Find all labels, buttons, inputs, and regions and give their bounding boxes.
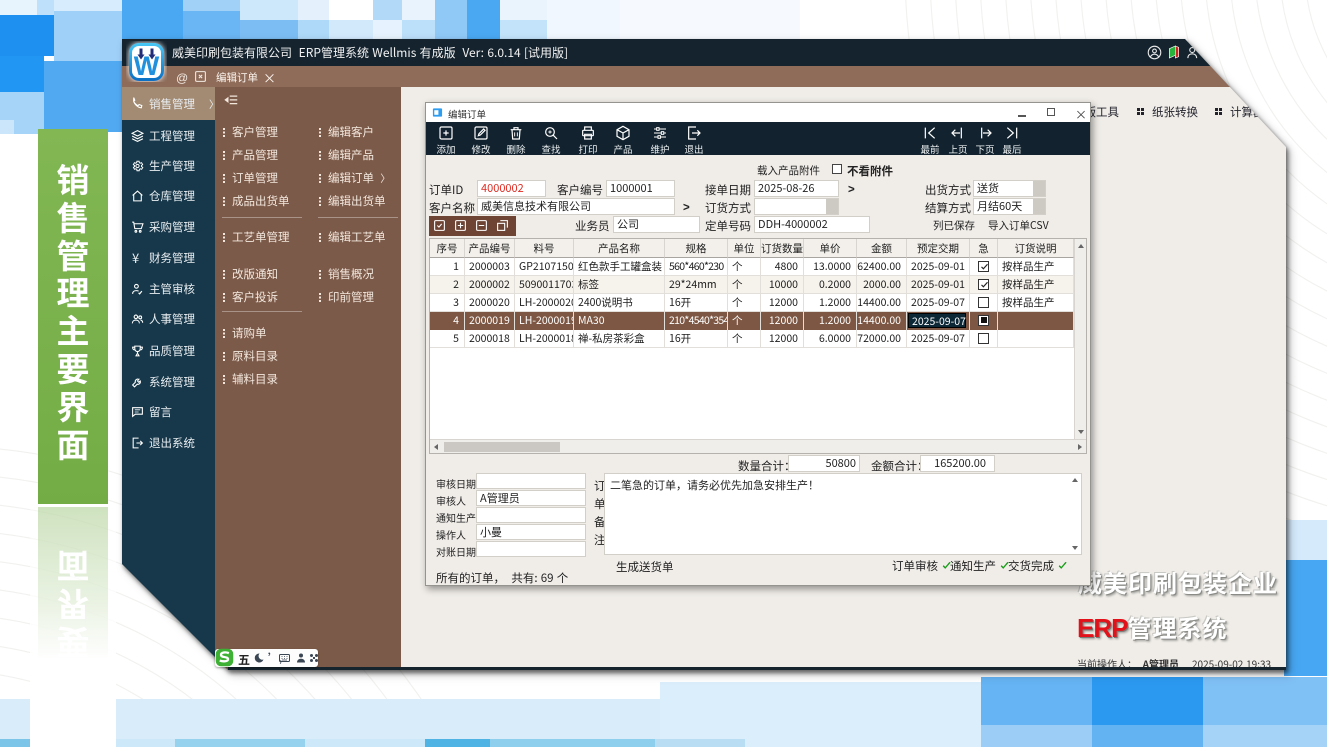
svg-text:W: W xyxy=(134,51,160,81)
